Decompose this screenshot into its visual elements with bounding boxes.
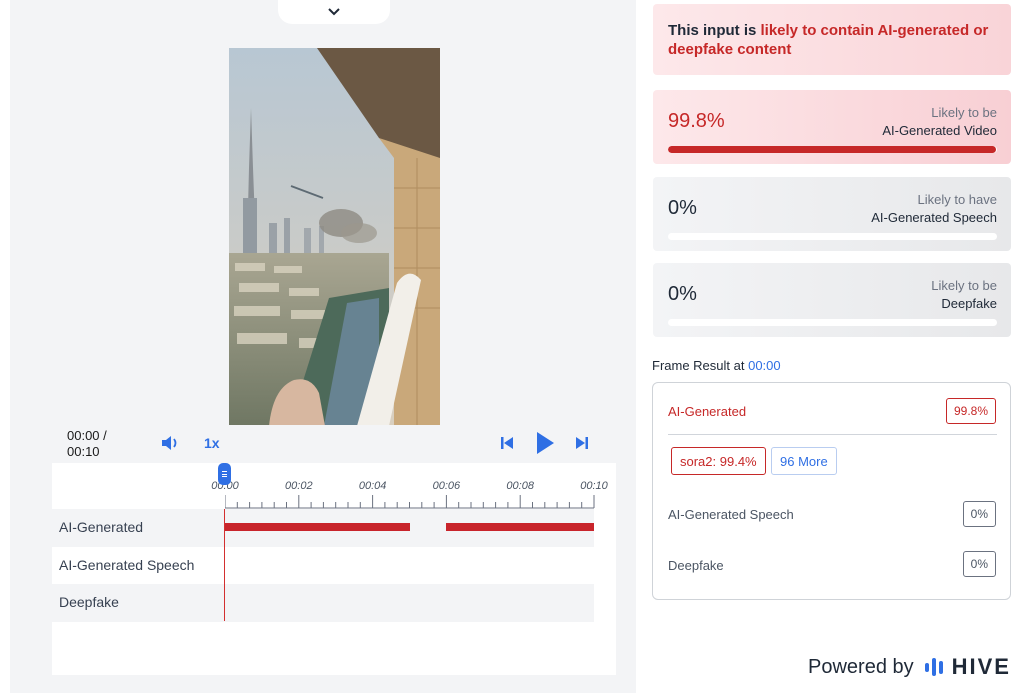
score-caption: Likely to have AI-Generated Speech bbox=[871, 191, 997, 227]
detection-track: AI-Generated bbox=[52, 509, 594, 547]
verdict-banner: This input is likely to contain AI-gener… bbox=[653, 4, 1011, 75]
detection-segment[interactable] bbox=[446, 523, 594, 531]
detection-track: AI-Generated Speech bbox=[52, 547, 594, 585]
skip-forward-icon[interactable] bbox=[575, 435, 589, 451]
more-sources-button[interactable]: 96 More bbox=[771, 447, 837, 475]
score-caption-line1: Likely to be bbox=[931, 105, 997, 120]
timeline-tick-label: 00:04 bbox=[358, 480, 387, 492]
frame-result-timestamp[interactable]: 00:00 bbox=[748, 358, 781, 373]
results-panel: This input is likely to contain AI-gener… bbox=[636, 0, 1024, 693]
powered-by-text: Powered by bbox=[808, 655, 914, 678]
ruler-ticks bbox=[225, 495, 595, 509]
track-label: AI-Generated bbox=[59, 519, 144, 535]
score-percent: 0% bbox=[668, 197, 697, 219]
score-percent: 99.8% bbox=[668, 110, 725, 132]
frame-speech-label: AI-Generated Speech bbox=[668, 507, 794, 522]
timeline-player: 00:00 / 00:10 1x 00:00 00:02 00:04 00:06 00:… bbox=[52, 425, 616, 675]
play-icon[interactable] bbox=[535, 431, 555, 455]
powered-by: Powered by HIVE bbox=[808, 654, 1011, 680]
track-label: AI-Generated Speech bbox=[59, 556, 195, 573]
timeline-tick-label: 00:06 bbox=[432, 480, 461, 492]
current-time: 00:00 / bbox=[67, 428, 107, 443]
frame-divider bbox=[668, 434, 997, 435]
score-card: 99.8% Likely to be AI-Generated Video bbox=[653, 90, 1011, 164]
frame-deepfake-score: 0% bbox=[962, 551, 996, 577]
score-card: 0% Likely to have AI-Generated Speech bbox=[653, 177, 1011, 251]
timeline-tick-label: 00:10 bbox=[580, 480, 608, 492]
collapse-toggle[interactable] bbox=[278, 0, 390, 24]
brand-name: HIVE bbox=[951, 654, 1011, 679]
score-caption: Likely to be Deepfake bbox=[931, 277, 997, 313]
score-caption-line2: Deepfake bbox=[941, 296, 997, 311]
detection-tracks: AI-Generated AI-Generated Speech Deepfake bbox=[52, 509, 616, 622]
frame-result-title: Frame Result at bbox=[652, 358, 749, 373]
frame-deepfake-label: Deepfake bbox=[668, 558, 724, 573]
video-frame-image bbox=[229, 48, 440, 426]
hive-logo-icon bbox=[924, 658, 943, 676]
video-preview[interactable] bbox=[229, 48, 440, 426]
playhead-handle[interactable] bbox=[218, 463, 231, 485]
timeline-tick-label: 00:08 bbox=[506, 480, 534, 492]
total-time: 00:10 bbox=[67, 444, 100, 459]
playback-speed-button[interactable]: 1x bbox=[204, 435, 220, 451]
verdict-prefix: This input is bbox=[668, 22, 761, 39]
media-panel: 00:00 / 00:10 1x 00:00 00:02 00:04 00:06 00:… bbox=[10, 0, 636, 693]
timeline-ruler[interactable]: 00:00 00:02 00:04 00:06 00:08 00:10 bbox=[52, 463, 616, 509]
player-controls: 00:00 / 00:10 1x bbox=[52, 425, 616, 463]
skip-back-icon[interactable] bbox=[500, 435, 514, 451]
score-caption-line1: Likely to have bbox=[917, 192, 998, 207]
detection-segment[interactable] bbox=[225, 523, 410, 531]
frame-ai-generated-score: 99.8% bbox=[945, 398, 996, 424]
score-caption-line1: Likely to be bbox=[931, 278, 997, 293]
frame-result-heading: Frame Result at 00:00 bbox=[652, 358, 781, 373]
score-bar-fill bbox=[668, 146, 997, 153]
track-label: Deepfake bbox=[59, 594, 119, 610]
time-readout: 00:00 / 00:10 bbox=[67, 428, 137, 460]
volume-icon[interactable] bbox=[160, 434, 180, 452]
frame-ai-generated-label: AI-Generated bbox=[668, 404, 747, 419]
score-caption-line2: AI-Generated Speech bbox=[871, 210, 997, 225]
playhead-line bbox=[224, 509, 225, 621]
score-bar bbox=[668, 233, 997, 240]
timeline-tick-label: 00:02 bbox=[285, 480, 313, 492]
score-card: 0% Likely to be Deepfake bbox=[653, 263, 1011, 337]
source-chip[interactable]: sora2: 99.4% bbox=[671, 447, 766, 475]
score-percent: 0% bbox=[668, 283, 697, 305]
score-caption: Likely to be AI-Generated Video bbox=[882, 104, 997, 140]
chevron-down-icon bbox=[328, 8, 340, 16]
score-caption-line2: AI-Generated Video bbox=[882, 123, 997, 138]
frame-result-box: AI-Generated 99.8% sora2: 99.4% 96 More … bbox=[652, 382, 1011, 600]
score-bar bbox=[668, 146, 997, 153]
score-bar bbox=[668, 319, 997, 326]
frame-speech-score: 0% bbox=[962, 501, 996, 527]
detection-track: Deepfake bbox=[52, 584, 594, 622]
